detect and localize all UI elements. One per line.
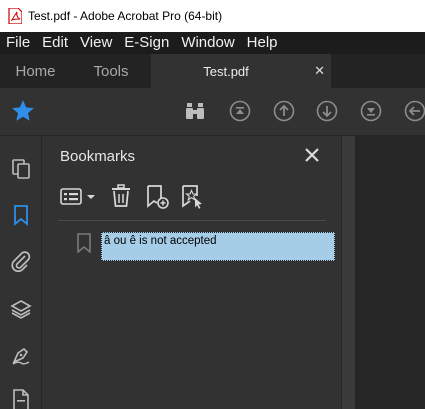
tab-bar: Home Tools Test.pdf ✕ (0, 54, 425, 88)
delete-bookmark-icon[interactable] (110, 184, 132, 208)
title-bar: Test.pdf - Adobe Acrobat Pro (64-bit) (0, 0, 425, 32)
toolbar (0, 88, 425, 136)
menu-e-sign[interactable]: E-Sign (118, 32, 175, 54)
bookmark-item[interactable]: â ou ê is not accepted (77, 232, 337, 262)
back-icon[interactable] (404, 100, 425, 122)
bookmarks-icon[interactable] (10, 204, 32, 226)
layers-icon[interactable] (10, 298, 32, 320)
tab-document[interactable]: Test.pdf ✕ (151, 54, 331, 88)
pages-icon[interactable] (10, 158, 32, 180)
tab-bar-empty (331, 54, 425, 88)
panel-toolbar (58, 184, 338, 210)
new-bookmark-from-structure-icon[interactable] (180, 184, 206, 210)
options-menu-icon[interactable] (60, 188, 96, 206)
tab-home[interactable]: Home (0, 54, 71, 88)
menu-edit[interactable]: Edit (36, 32, 74, 54)
acrobat-file-icon (8, 8, 22, 24)
attachments-icon[interactable] (10, 250, 32, 272)
window-title: Test.pdf - Adobe Acrobat Pro (64-bit) (28, 9, 223, 23)
close-panel-icon[interactable] (303, 146, 321, 164)
signatures-icon[interactable] (10, 344, 32, 366)
bookmark-icon (77, 233, 91, 253)
content-icon[interactable] (10, 388, 32, 409)
tab-tools[interactable]: Tools (71, 54, 151, 88)
find-binoculars-icon[interactable] (184, 100, 206, 122)
tab-document-label: Test.pdf (203, 63, 249, 79)
first-page-icon[interactable] (229, 100, 251, 122)
menu-file[interactable]: File (0, 32, 36, 54)
bookmarks-panel: Bookmarks â ou ê is not accepted (43, 136, 341, 409)
panel-splitter[interactable] (341, 136, 355, 409)
new-bookmark-icon[interactable] (145, 184, 171, 210)
document-view[interactable] (355, 136, 425, 409)
last-page-icon[interactable] (360, 100, 382, 122)
previous-page-icon[interactable] (273, 100, 295, 122)
navigation-rail (0, 136, 42, 409)
panel-title: Bookmarks (60, 148, 136, 165)
bookmark-name-input[interactable]: â ou ê is not accepted (101, 232, 335, 261)
menu-window[interactable]: Window (175, 32, 240, 54)
menu-view[interactable]: View (74, 32, 118, 54)
panel-separator (58, 220, 326, 221)
close-tab-icon[interactable]: ✕ (314, 63, 325, 79)
star-icon[interactable] (10, 98, 36, 124)
menu-bar: File Edit View E-Sign Window Help (0, 32, 425, 54)
menu-help[interactable]: Help (241, 32, 284, 54)
next-page-icon[interactable] (316, 100, 338, 122)
